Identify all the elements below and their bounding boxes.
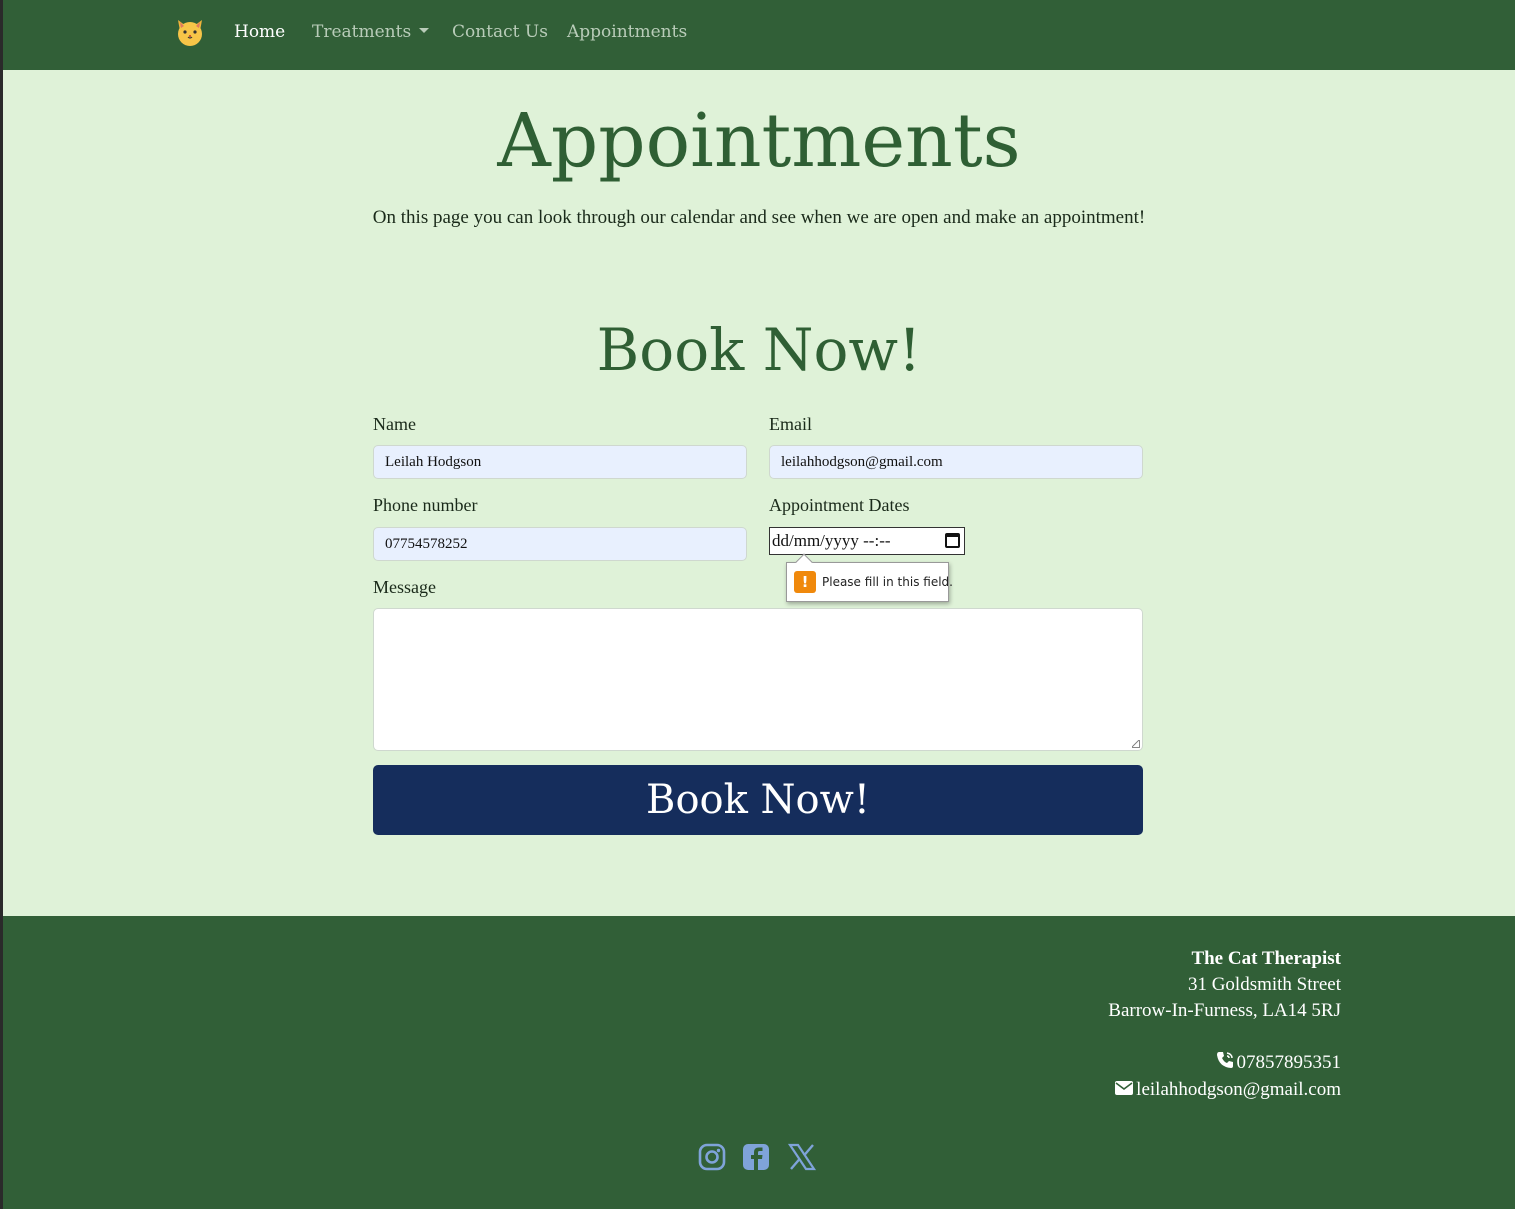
phone-input[interactable]: 07754578252 [373, 527, 747, 561]
caret-down-icon [419, 28, 430, 33]
book-now-button[interactable]: Book Now! [373, 765, 1143, 835]
x-twitter-icon[interactable] [787, 1142, 817, 1172]
phone-label: Phone number [373, 495, 478, 515]
footer: The Cat Therapist 31 Goldsmith Street Ba… [3, 916, 1515, 1209]
footer-contact: The Cat Therapist 31 Goldsmith Street Ba… [1108, 946, 1341, 1103]
message-textarea[interactable] [373, 608, 1143, 751]
navbar: Home Treatments Contact Us Appointments [3, 0, 1515, 70]
footer-email[interactable]: leilahhodgson@gmail.com [1136, 1079, 1341, 1100]
email-label: Email [769, 414, 812, 434]
nav-treatments-label: Treatments [312, 22, 412, 42]
address-line-2: Barrow-In-Furness, LA14 5RJ [1108, 1000, 1341, 1021]
footer-email-row: leilahhodgson@gmail.com [1108, 1077, 1341, 1104]
page-frame: Home Treatments Contact Us Appointments … [3, 0, 1515, 1209]
business-name: The Cat Therapist [1191, 948, 1341, 969]
nav-appointments[interactable]: Appointments [567, 22, 687, 42]
tooltip-arrow [795, 553, 813, 571]
footer-phone[interactable]: 07857895351 [1237, 1052, 1342, 1073]
warning-icon: ! [794, 571, 816, 593]
message-label: Message [373, 577, 436, 597]
instagram-icon[interactable] [697, 1142, 727, 1172]
nav-home[interactable]: Home [234, 22, 285, 42]
validation-message: Please fill in this field. [822, 575, 953, 589]
footer-phone-row: 07857895351 [1108, 1050, 1341, 1077]
email-input[interactable]: leilahhodgson@gmail.com [769, 445, 1143, 479]
validation-tooltip: ! Please fill in this field. [786, 553, 953, 602]
nav-contact-us[interactable]: Contact Us [452, 22, 548, 42]
name-label: Name [373, 414, 416, 434]
appointment-datetime-input[interactable]: dd/mm/yyyy --:-- [769, 527, 965, 555]
booking-title: Book Now! [596, 316, 922, 384]
cat-face-icon[interactable] [175, 17, 205, 47]
calendar-icon[interactable] [945, 533, 960, 548]
resize-handle[interactable] [1132, 740, 1140, 748]
address-line-1: 31 Goldsmith Street [1187, 974, 1341, 995]
phone-icon [1216, 1051, 1234, 1077]
nav-treatments-dropdown[interactable]: Treatments [312, 22, 430, 42]
facebook-icon[interactable] [741, 1142, 771, 1172]
name-input[interactable]: Leilah Hodgson [373, 445, 747, 479]
page-intro: On this page you can look through our ca… [372, 207, 1146, 228]
page-title: Appointments [497, 98, 1021, 184]
appointment-dates-label: Appointment Dates [769, 495, 910, 515]
datetime-placeholder: dd/mm/yyyy --:-- [772, 531, 891, 550]
envelope-icon [1115, 1077, 1134, 1103]
